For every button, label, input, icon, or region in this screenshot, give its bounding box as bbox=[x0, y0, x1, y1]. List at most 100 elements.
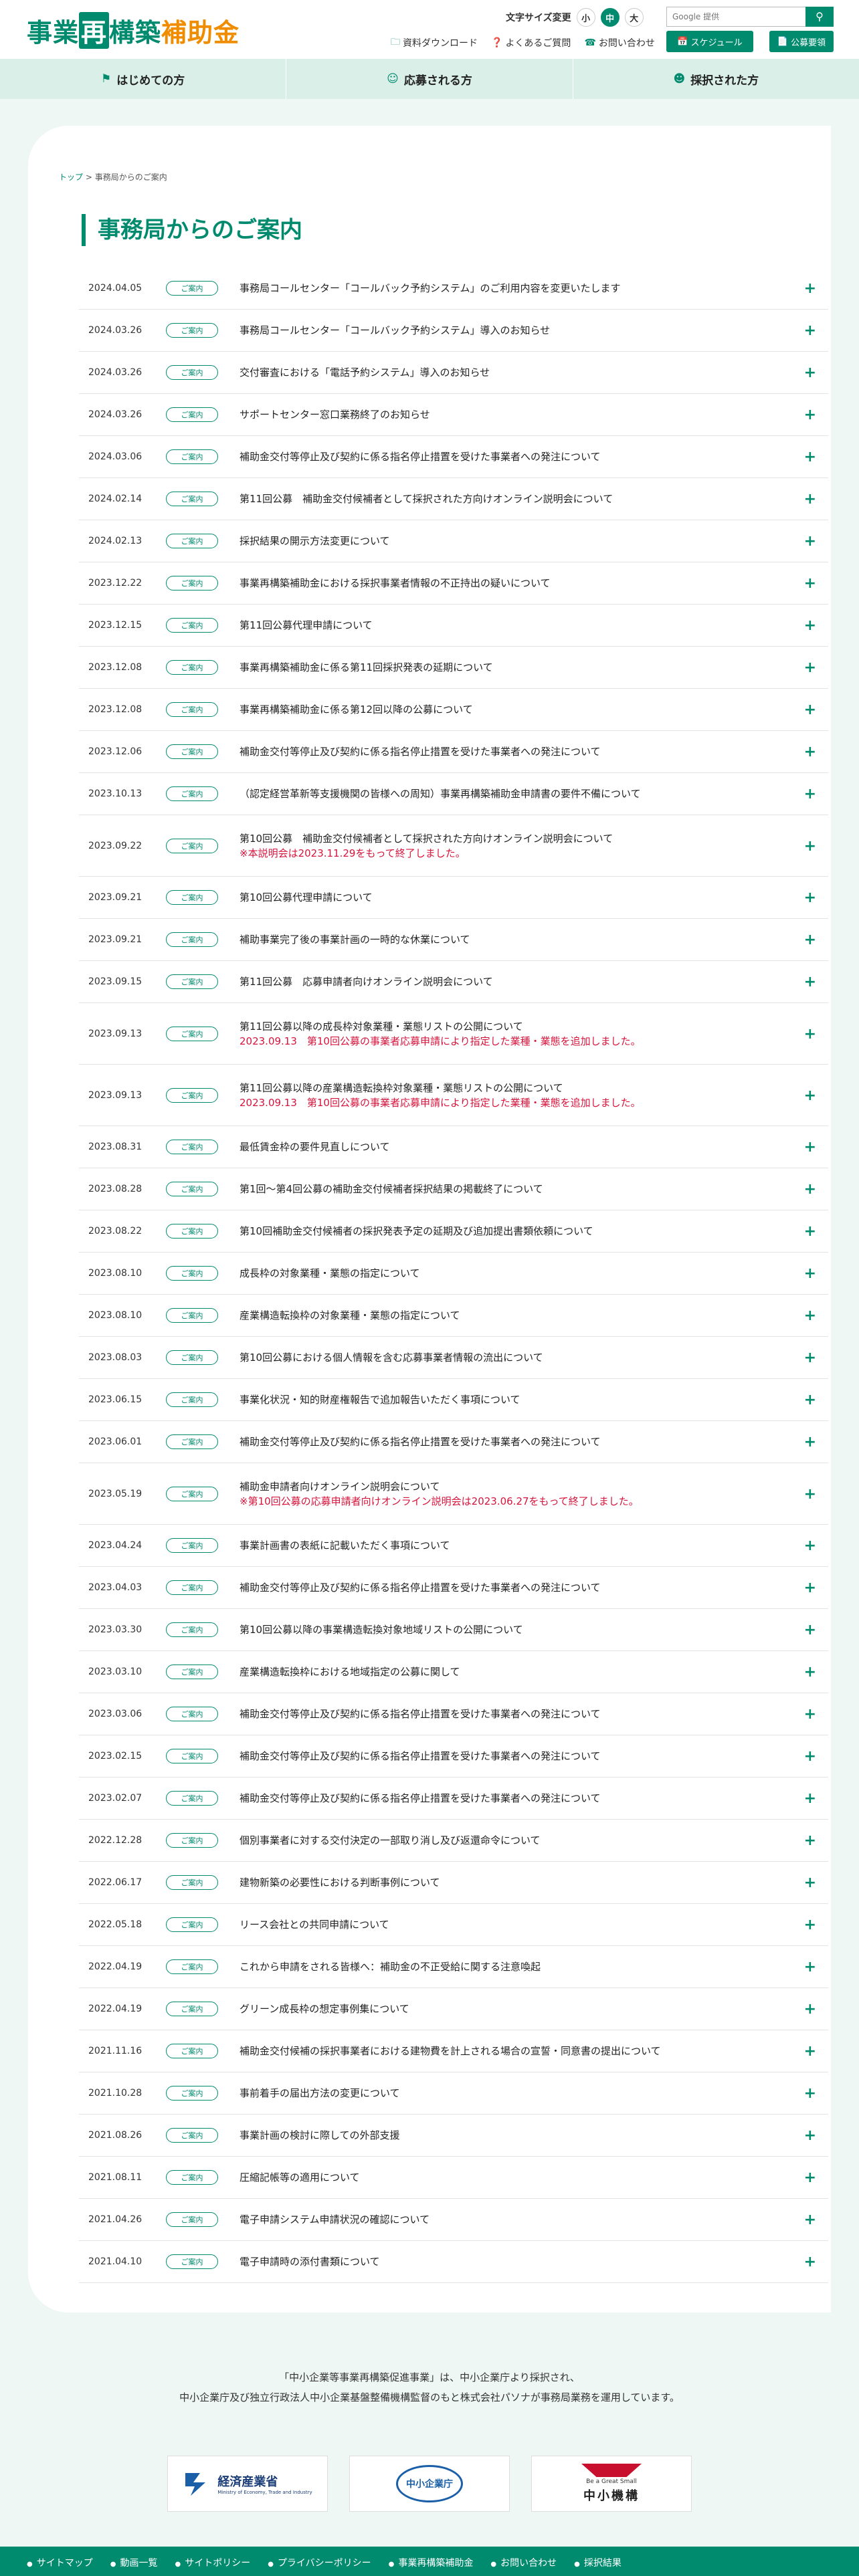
news-title[interactable]: 成長枠の対象業種・業態の指定について bbox=[240, 1266, 420, 1281]
news-row[interactable]: 2021.08.26 ご案内 事業計画の検討に際しての外部支援 + bbox=[79, 2115, 828, 2157]
breadcrumb-top-link[interactable]: トップ bbox=[59, 173, 83, 182]
expand-plus-icon[interactable]: + bbox=[804, 1265, 816, 1282]
news-row[interactable]: 2024.03.26 ご案内 交付審査における「電話予約システム」導入のお知らせ + bbox=[79, 352, 828, 394]
expand-plus-icon[interactable]: + bbox=[804, 932, 816, 948]
news-row[interactable]: 2024.02.14 ご案内 第11回公募 補助金交付候補者として採択された方向けオ… bbox=[79, 478, 828, 520]
search-button[interactable]: ⚲ bbox=[805, 7, 834, 27]
expand-plus-icon[interactable]: + bbox=[804, 1622, 816, 1638]
search-input[interactable] bbox=[666, 7, 805, 27]
expand-plus-icon[interactable]: + bbox=[804, 1139, 816, 1156]
expand-plus-icon[interactable]: + bbox=[804, 1181, 816, 1198]
news-title[interactable]: 最低賃金枠の要件見直しについて bbox=[240, 1140, 390, 1154]
news-title[interactable]: 事務局コールセンター「コールバック予約システム」導入のお知らせ bbox=[240, 323, 550, 338]
expand-plus-icon[interactable]: + bbox=[804, 1307, 816, 1324]
news-title[interactable]: 補助金交付等停止及び契約に係る指名停止措置を受けた事業者への発注について bbox=[240, 1434, 601, 1449]
expand-plus-icon[interactable]: + bbox=[804, 1832, 816, 1849]
news-title[interactable]: 第11回公募 補助金交付候補者として採択された方向けオンライン説明会について bbox=[240, 492, 613, 506]
site-logo[interactable]: 事業再構築補助金 bbox=[27, 12, 240, 49]
news-row[interactable]: 2023.09.22 ご案内 第10回公募 補助金交付候補者として採択された方向けオ… bbox=[79, 815, 828, 877]
news-row[interactable]: 2023.08.22 ご案内 第10回補助金交付候補者の採択発表予定の延期及び追加提… bbox=[79, 1210, 828, 1253]
news-row[interactable]: 2021.08.11 ご案内 圧縮記帳等の適用について + bbox=[79, 2157, 828, 2199]
news-title[interactable]: サポートセンター窓口業務終了のお知らせ bbox=[240, 407, 430, 422]
news-title[interactable]: 補助金交付等停止及び契約に係る指名停止措置を受けた事業者への発注について bbox=[240, 1707, 601, 1721]
news-title[interactable]: 事務局コールセンター「コールバック予約システム」のご利用内容を変更いたします bbox=[240, 281, 621, 296]
expand-plus-icon[interactable]: + bbox=[804, 575, 816, 592]
expand-plus-icon[interactable]: + bbox=[804, 491, 816, 508]
news-title[interactable]: 第10回公募 補助金交付候補者として採択された方向けオンライン説明会について ※本… bbox=[240, 831, 613, 861]
news-title[interactable]: 個別事業者に対する交付決定の一部取り消し及び返還命令について bbox=[240, 1833, 541, 1848]
expand-plus-icon[interactable]: + bbox=[804, 744, 816, 760]
news-title[interactable]: 圧縮記帳等の適用について bbox=[240, 2170, 360, 2185]
news-row[interactable]: 2023.05.19 ご案内 補助金申請者向けオンライン説明会について ※第10回公募… bbox=[79, 1463, 828, 1525]
news-row[interactable]: 2023.06.15 ご案内 事業化状況・知的財産権報告で追加報告いただく事項につい… bbox=[79, 1379, 828, 1421]
expand-plus-icon[interactable]: + bbox=[804, 974, 816, 990]
expand-plus-icon[interactable]: + bbox=[804, 449, 816, 465]
meti-logo[interactable]: 経済産業省 Ministry of Economy, Trade and Ind… bbox=[167, 2456, 328, 2512]
nav-item-adopted[interactable]: ☻ 採択された方 bbox=[573, 59, 859, 99]
contact-link[interactable]: ☎ お問い合わせ bbox=[584, 35, 654, 51]
news-row[interactable]: 2023.08.10 ご案内 成長枠の対象業種・業態の指定について + bbox=[79, 1253, 828, 1295]
news-row[interactable]: 2023.04.03 ご案内 補助金交付等停止及び契約に係る指名停止措置を受けた事業… bbox=[79, 1567, 828, 1609]
news-title[interactable]: 補助事業完了後の事業計画の一時的な休業について bbox=[240, 932, 470, 947]
news-title[interactable]: 補助金申請者向けオンライン説明会について ※第10回公募の応募申請者向けオンライン… bbox=[240, 1479, 639, 1509]
expand-plus-icon[interactable]: + bbox=[804, 1434, 816, 1451]
download-link[interactable]: 🗀 資料ダウンロード bbox=[391, 35, 478, 51]
news-title[interactable]: 補助金交付等停止及び契約に係る指名停止措置を受けた事業者への発注について bbox=[240, 1580, 601, 1595]
news-title[interactable]: 補助金交付等停止及び契約に係る指名停止措置を受けた事業者への発注について bbox=[240, 744, 601, 759]
news-row[interactable]: 2023.03.10 ご案内 産業構造転換枠における地域指定の公募に関して + bbox=[79, 1651, 828, 1693]
news-title[interactable]: 第10回公募における個人情報を含む応募事業者情報の流出について bbox=[240, 1350, 543, 1365]
footer-nav-link[interactable]: 採択結果 bbox=[574, 2556, 622, 2569]
news-row[interactable]: 2023.12.22 ご案内 事業再構築補助金における採択事業者情報の不正持出の疑い… bbox=[79, 562, 828, 605]
news-row[interactable]: 2021.10.28 ご案内 事前着手の届出方法の変更について + bbox=[79, 2072, 828, 2115]
expand-plus-icon[interactable]: + bbox=[804, 1917, 816, 1933]
expand-plus-icon[interactable]: + bbox=[804, 2254, 816, 2270]
expand-plus-icon[interactable]: + bbox=[804, 702, 816, 718]
expand-plus-icon[interactable]: + bbox=[804, 2001, 816, 2018]
news-title[interactable]: 産業構造転換枠の対象業種・業態の指定について bbox=[240, 1308, 460, 1323]
expand-plus-icon[interactable]: + bbox=[804, 786, 816, 802]
news-title[interactable]: これから申請をされる皆様へ：補助金の不正受給に関する注意喚起 bbox=[240, 1959, 541, 1974]
expand-plus-icon[interactable]: + bbox=[804, 1537, 816, 1554]
expand-plus-icon[interactable]: + bbox=[804, 364, 816, 381]
news-row[interactable]: 2023.02.07 ご案内 補助金交付等停止及び契約に係る指名停止措置を受けた事業… bbox=[79, 1778, 828, 1820]
news-row[interactable]: 2022.05.18 ご案内 リース会社との共同申請について + bbox=[79, 1904, 828, 1946]
news-title[interactable]: 産業構造転換枠における地域指定の公募に関して bbox=[240, 1665, 460, 1679]
expand-plus-icon[interactable]: + bbox=[804, 407, 816, 423]
chusho-logo[interactable]: 中小企業庁 bbox=[349, 2456, 510, 2512]
news-row[interactable]: 2022.12.28 ご案内 個別事業者に対する交付決定の一部取り消し及び返還命令に… bbox=[79, 1820, 828, 1862]
news-row[interactable]: 2024.03.26 ご案内 サポートセンター窓口業務終了のお知らせ + bbox=[79, 394, 828, 436]
news-row[interactable]: 2023.09.13 ご案内 第11回公募以降の成長枠対象業種・業態リストの公開につ… bbox=[79, 1003, 828, 1065]
news-title[interactable]: 第11回公募 応募申請者向けオンライン説明会について bbox=[240, 974, 493, 989]
news-title[interactable]: 事業計画書の表紙に記載いただく事項について bbox=[240, 1538, 450, 1553]
smrj-logo[interactable]: Be a Great Small 中小機構 bbox=[531, 2456, 692, 2512]
expand-plus-icon[interactable]: + bbox=[804, 889, 816, 906]
news-row[interactable]: 2023.10.13 ご案内 （認定経営革新等支援機関の皆様への周知）事業再構築補助… bbox=[79, 773, 828, 815]
news-title[interactable]: 補助金交付等停止及び契約に係る指名停止措置を受けた事業者への発注について bbox=[240, 1791, 601, 1806]
news-title[interactable]: 補助金交付候補の採択事業者における建物費を計上される場合の宣誓・同意書の提出につ… bbox=[240, 2044, 661, 2058]
news-title[interactable]: 建物新築の必要性における判断事例について bbox=[240, 1875, 440, 1890]
news-row[interactable]: 2023.06.01 ご案内 補助金交付等停止及び契約に係る指名停止措置を受けた事業… bbox=[79, 1421, 828, 1463]
news-row[interactable]: 2023.04.24 ご案内 事業計画書の表紙に記載いただく事項について + bbox=[79, 1525, 828, 1567]
expand-plus-icon[interactable]: + bbox=[804, 2212, 816, 2228]
expand-plus-icon[interactable]: + bbox=[804, 2127, 816, 2144]
news-title[interactable]: グリーン成長枠の想定事例集について bbox=[240, 2002, 409, 2016]
font-size-large-button[interactable]: 大 bbox=[624, 8, 644, 27]
news-title[interactable]: 事前着手の届出方法の変更について bbox=[240, 2086, 400, 2101]
expand-plus-icon[interactable]: + bbox=[804, 1790, 816, 1807]
news-row[interactable]: 2021.04.26 ご案内 電子申請システム申請状況の確認について + bbox=[79, 2199, 828, 2241]
news-title[interactable]: 第1回〜第4回公募の補助金交付候補者採択結果の掲載終了について bbox=[240, 1182, 543, 1196]
news-title[interactable]: 事業再構築補助金における採択事業者情報の不正持出の疑いについて bbox=[240, 576, 551, 591]
news-row[interactable]: 2022.04.19 ご案内 これから申請をされる皆様へ：補助金の不正受給に関する注… bbox=[79, 1946, 828, 1988]
news-title[interactable]: 第11回公募以降の産業構造転換枠対象業種・業態リストの公開について 2023.09… bbox=[240, 1081, 641, 1110]
expand-plus-icon[interactable]: + bbox=[804, 1874, 816, 1891]
news-title[interactable]: （認定経営革新等支援機関の皆様への周知）事業再構築補助金申請書の要件不備について bbox=[240, 786, 641, 801]
expand-plus-icon[interactable]: + bbox=[804, 2085, 816, 2102]
news-row[interactable]: 2023.08.03 ご案内 第10回公募における個人情報を含む応募事業者情報の流出… bbox=[79, 1337, 828, 1379]
news-title[interactable]: 事業再構築補助金に係る第12回以降の公募について bbox=[240, 702, 473, 717]
news-title[interactable]: リース会社との共同申請について bbox=[240, 1917, 389, 1932]
expand-plus-icon[interactable]: + bbox=[804, 659, 816, 676]
news-row[interactable]: 2021.11.16 ご案内 補助金交付候補の採択事業者における建物費を計上される場… bbox=[79, 2030, 828, 2072]
expand-plus-icon[interactable]: + bbox=[804, 1087, 816, 1104]
expand-plus-icon[interactable]: + bbox=[804, 533, 816, 550]
news-row[interactable]: 2024.02.13 ご案内 採択結果の開示方法変更について + bbox=[79, 520, 828, 562]
